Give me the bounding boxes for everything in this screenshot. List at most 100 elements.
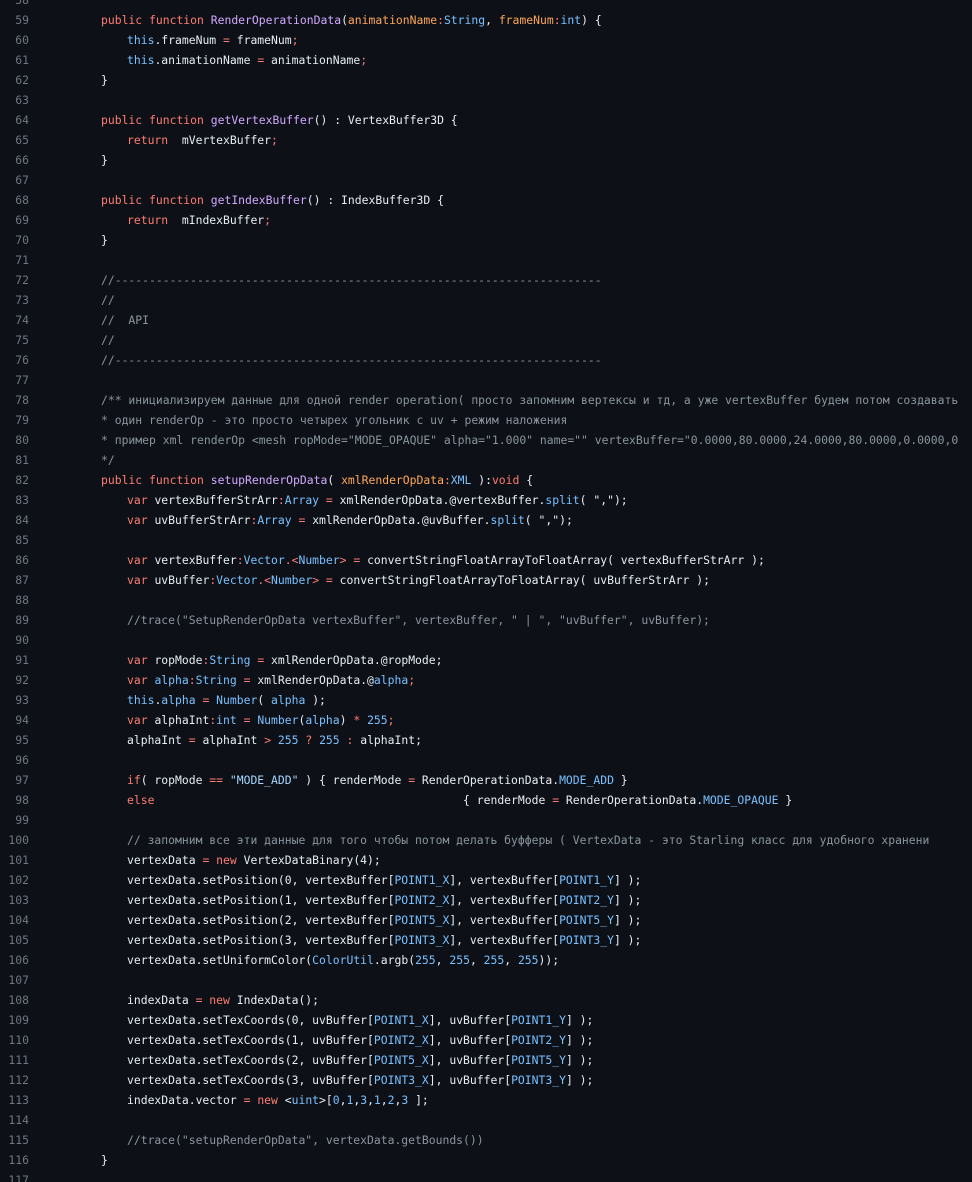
code-line[interactable]: 85 [0, 530, 972, 550]
code-line[interactable]: 107 [0, 970, 972, 990]
line-number: 101 [8, 853, 29, 867]
code-line[interactable]: 80 * пример xml renderOp <mesh ropMode="M… [0, 430, 972, 450]
code-line[interactable]: 112 vertexData.setTexCoords(3, uvBuffer[P… [0, 1070, 972, 1090]
code-line[interactable]: 69 return mIndexBuffer; [0, 210, 972, 230]
code-line[interactable]: 88 [0, 590, 972, 610]
code-line[interactable]: 64 public function getVertexBuffer() : Ve… [0, 110, 972, 130]
code-token: vertexData.setUniformColor( [127, 953, 313, 967]
code-line[interactable]: 99 [0, 810, 972, 830]
code-line[interactable]: 116} [0, 1150, 972, 1170]
line-number: 102 [8, 873, 29, 887]
code-line[interactable]: 94 var alphaInt:int = Number(alpha) * 255… [0, 710, 972, 730]
code-line[interactable]: 89 //trace("SetupRenderOpData vertexBuffe… [0, 610, 972, 630]
code-line[interactable]: 114 [0, 1110, 972, 1130]
code-token: animationName [271, 53, 361, 67]
code-token: split [490, 513, 525, 527]
code-line[interactable]: 73 // [0, 290, 972, 310]
code-token: alphaInt [154, 713, 210, 727]
code-line[interactable]: 95 alphaInt = alphaInt > 255 ? 255 : alph… [0, 730, 972, 750]
code-token: new [216, 853, 244, 867]
code-text: vertexData.setPosition(1, vertexBuffer[P… [127, 890, 641, 910]
code-token: } [101, 153, 108, 167]
code-line[interactable]: 100 // запомним все эти данные для того ч… [0, 830, 972, 850]
code-line[interactable]: 98 else { renderMode = RenderOperationDat… [0, 790, 972, 810]
code-token: ], uvBuffer[ [428, 1013, 512, 1027]
code-line[interactable]: 67 [0, 170, 972, 190]
code-line[interactable]: 83 var vertexBufferStrArr:Array = xmlRend… [0, 490, 972, 510]
code-line[interactable]: 66} [0, 150, 972, 170]
code-line[interactable]: 82 public function setupRenderOpData( xml… [0, 470, 972, 490]
code-line[interactable]: 97 if( ropMode == "MODE_ADD" ) { renderMo… [0, 770, 972, 790]
line-number: 97 [15, 773, 29, 787]
code-line[interactable]: 60 this.frameNum = frameNum; [0, 30, 972, 50]
code-line[interactable]: 78 /** инициализируем данные для одной re… [0, 390, 972, 410]
code-line[interactable]: 92 var alpha:String = xmlRenderOpData.@al… [0, 670, 972, 690]
code-line[interactable]: 108 indexData = new IndexData(); [0, 990, 972, 1010]
code-line[interactable]: 84 var uvBufferStrArr:Array = xmlRenderOp… [0, 510, 972, 530]
code-line[interactable]: 113 indexData.vector = new <uint>[0,1,3,1… [0, 1090, 972, 1110]
code-token: () : IndexBuffer3D { [306, 193, 444, 207]
code-line[interactable]: 77 [0, 370, 972, 390]
code-line[interactable]: 65 return mVertexBuffer; [0, 130, 972, 150]
line-number: 110 [8, 1033, 29, 1047]
code-line[interactable]: 58 [0, 0, 972, 10]
code-token: POINT5_Y [559, 913, 614, 927]
code-token: , [504, 953, 518, 967]
code-line[interactable]: 75 // [0, 330, 972, 350]
code-line[interactable]: 87 var uvBuffer:Vector.<Number> = convert… [0, 570, 972, 590]
code-line[interactable]: 102 vertexData.setPosition(0, vertexBuffe… [0, 870, 972, 890]
code-line[interactable]: 81 */ [0, 450, 972, 470]
code-line[interactable]: 61 this.animationName = animationName; [0, 50, 972, 70]
code-line[interactable]: 72 //------------------------------------… [0, 270, 972, 290]
code-token: * пример xml renderOp <mesh ropMode="MOD… [101, 433, 959, 447]
code-line[interactable]: 110 vertexData.setTexCoords(1, uvBuffer[P… [0, 1030, 972, 1050]
code-line[interactable]: 91 var ropMode:String = xmlRenderOpData.@… [0, 650, 972, 670]
code-line[interactable]: 93 this.alpha = Number( alpha ); [0, 690, 972, 710]
line-number: 72 [15, 273, 29, 287]
code-token: } [101, 73, 108, 87]
code-line[interactable]: 76 //------------------------------------… [0, 350, 972, 370]
code-line[interactable]: 71 [0, 250, 972, 270]
code-token: new [257, 1093, 285, 1107]
line-number: 58 [15, 0, 29, 7]
code-line[interactable]: 101 vertexData = new VertexDataBinary(4); [0, 850, 972, 870]
code-line[interactable]: 86 var vertexBuffer:Vector.<Number> = con… [0, 550, 972, 570]
code-line[interactable]: 105 vertexData.setPosition(3, vertexBuffe… [0, 930, 972, 950]
line-number: 88 [15, 593, 29, 607]
code-token: alpha [154, 673, 189, 687]
code-line[interactable]: 111 vertexData.setTexCoords(2, uvBuffer[P… [0, 1050, 972, 1070]
code-text: vertexData.setTexCoords(2, uvBuffer[POIN… [127, 1050, 593, 1070]
code-text: indexData.vector = new <uint>[0,1,3,1,2,… [127, 1090, 429, 1110]
code-line[interactable]: 63 [0, 90, 972, 110]
code-line[interactable]: 117 [0, 1170, 972, 1182]
code-editor[interactable]: 58 59 public function RenderOperationData(… [0, 0, 972, 1182]
code-token: function [149, 13, 211, 27]
code-line[interactable]: 70} [0, 230, 972, 250]
code-token: ] ); [565, 1013, 594, 1027]
code-token: ] ); [565, 1033, 594, 1047]
code-line[interactable]: 104 vertexData.setPosition(2, vertexBuffe… [0, 910, 972, 930]
code-text: vertexData.setTexCoords(0, uvBuffer[POIN… [127, 1010, 593, 1030]
code-line[interactable]: 103 vertexData.setPosition(1, vertexBuffe… [0, 890, 972, 910]
code-token: POINT1_X [394, 873, 450, 887]
code-line[interactable]: 109 vertexData.setTexCoords(0, uvBuffer[P… [0, 1010, 972, 1030]
code-line[interactable]: 74 // API [0, 310, 972, 330]
code-token: ], uvBuffer[ [428, 1073, 512, 1087]
code-token: ], vertexBuffer[ [449, 873, 560, 887]
code-token: Vector [216, 573, 258, 587]
code-line[interactable]: 106 vertexData.setUniformColor(ColorUtil.… [0, 950, 972, 970]
code-line[interactable]: 79 * один renderOp - это просто четырех у… [0, 410, 972, 430]
code-line[interactable]: 59 public function RenderOperationData(an… [0, 10, 972, 30]
code-token: POINT3_Y [559, 933, 614, 947]
code-line[interactable]: 96 [0, 750, 972, 770]
code-text: public function getVertexBuffer() : Vert… [101, 110, 458, 130]
code-line[interactable]: 62} [0, 70, 972, 90]
code-token: } [101, 233, 108, 247]
code-token: = [250, 653, 272, 667]
code-token: POINT2_X [394, 893, 450, 907]
code-line[interactable]: 90 [0, 630, 972, 650]
code-line[interactable]: 115 //trace("setupRenderOpData", vertexDa… [0, 1130, 972, 1150]
code-token: ( ropMode [140, 773, 210, 787]
code-token: vertexData.setTexCoords(1, uvBuffer[ [127, 1033, 374, 1047]
code-line[interactable]: 68 public function getIndexBuffer() : Ind… [0, 190, 972, 210]
